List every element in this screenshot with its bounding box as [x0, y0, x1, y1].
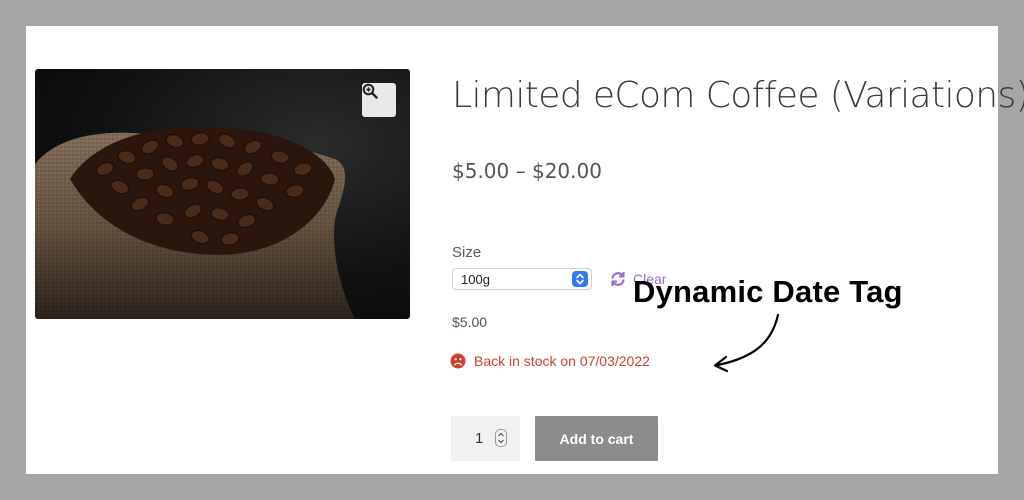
quantity-spinner-icon[interactable]: [495, 429, 507, 447]
product-title: Limited eCom Coffee (Variations): [452, 75, 1024, 116]
sad-face-icon: [450, 353, 466, 369]
size-select-value: 100g: [461, 272, 490, 287]
zoom-in-icon: [362, 83, 378, 99]
stock-status: Back in stock on 07/03/2022: [450, 353, 650, 369]
annotation-arrow-icon: [713, 313, 780, 373]
add-to-cart-button[interactable]: Add to cart: [535, 416, 658, 461]
zoom-button[interactable]: [362, 83, 396, 117]
quantity-value: 1: [475, 430, 484, 447]
stock-status-text: Back in stock on 07/03/2022: [474, 353, 650, 369]
size-label: Size: [452, 244, 482, 261]
quantity-stepper[interactable]: 1: [451, 416, 520, 461]
coffee-sack-illustration: [35, 126, 355, 319]
size-select[interactable]: 100g: [452, 268, 592, 290]
refresh-icon: [611, 272, 625, 286]
annotation-label: Dynamic Date Tag: [633, 274, 903, 309]
product-card: Limited eCom Coffee (Variations) $5.00 –…: [26, 26, 1024, 474]
product-price-range: $5.00 – $20.00: [452, 159, 602, 183]
product-image[interactable]: [35, 69, 410, 319]
variation-price: $5.00: [452, 314, 488, 330]
select-arrows-icon: [572, 271, 588, 287]
